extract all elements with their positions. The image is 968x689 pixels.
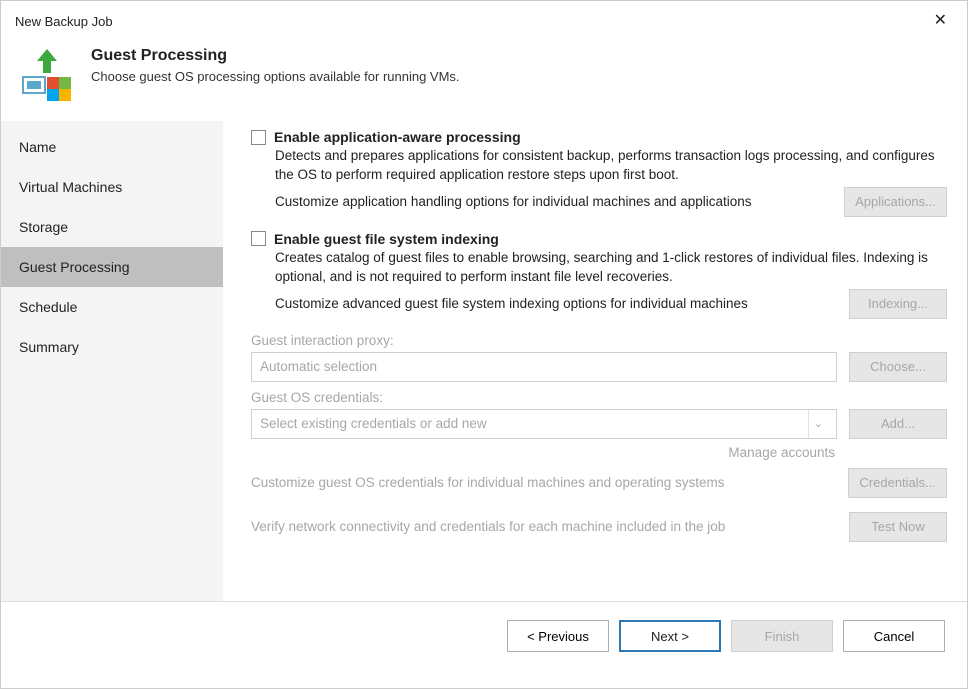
option-indexing: Enable guest file system indexing Create… — [251, 231, 947, 319]
window-title: New Backup Job — [15, 14, 113, 29]
creds-label: Guest OS credentials: — [251, 390, 947, 405]
sidebar-item-guest-processing[interactable]: Guest Processing — [1, 247, 223, 287]
cancel-button[interactable]: Cancel — [843, 620, 945, 652]
credentials-button[interactable]: Credentials... — [848, 468, 947, 498]
creds-dropdown-value: Select existing credentials or add new — [260, 416, 487, 431]
sidebar-item-schedule[interactable]: Schedule — [1, 287, 223, 327]
verify-text: Verify network connectivity and credenti… — [251, 519, 725, 534]
manage-accounts-link[interactable]: Manage accounts — [251, 445, 835, 460]
wizard-footer: < Previous Next > Finish Cancel — [1, 601, 967, 670]
page-title: Guest Processing — [91, 47, 460, 65]
wizard-sidebar: Name Virtual Machines Storage Guest Proc… — [1, 121, 223, 601]
next-button[interactable]: Next > — [619, 620, 721, 652]
main-panel: Enable application-aware processing Dete… — [223, 121, 967, 601]
proxy-input[interactable] — [251, 352, 837, 382]
option-app-aware: Enable application-aware processing Dete… — [251, 129, 947, 217]
sidebar-item-name[interactable]: Name — [1, 127, 223, 167]
finish-button[interactable]: Finish — [731, 620, 833, 652]
choose-proxy-button[interactable]: Choose... — [849, 352, 947, 382]
header-text: Guest Processing Choose guest OS process… — [91, 47, 460, 84]
close-icon[interactable]: ✕ — [928, 11, 953, 31]
page-subtitle: Choose guest OS processing options avail… — [91, 69, 460, 84]
checkbox-app-aware[interactable] — [251, 130, 266, 145]
indexing-button[interactable]: Indexing... — [849, 289, 947, 319]
creds-dropdown[interactable]: Select existing credentials or add new ⌄ — [251, 409, 837, 439]
desc-indexing: Creates catalog of guest files to enable… — [275, 249, 947, 287]
proxy-label: Guest interaction proxy: — [251, 333, 947, 348]
guest-processing-icon — [19, 47, 75, 103]
applications-button[interactable]: Applications... — [844, 187, 947, 217]
titlebar: New Backup Job ✕ — [1, 1, 967, 37]
sidebar-item-summary[interactable]: Summary — [1, 327, 223, 367]
sidebar-item-virtual-machines[interactable]: Virtual Machines — [1, 167, 223, 207]
chevron-down-icon: ⌄ — [808, 410, 828, 438]
previous-button[interactable]: < Previous — [507, 620, 609, 652]
label-app-aware: Enable application-aware processing — [274, 129, 521, 145]
customize-app-aware-text: Customize application handling options f… — [275, 194, 752, 209]
label-indexing: Enable guest file system indexing — [274, 231, 499, 247]
sidebar-item-storage[interactable]: Storage — [1, 207, 223, 247]
header: Guest Processing Choose guest OS process… — [1, 37, 967, 121]
customize-indexing-text: Customize advanced guest file system ind… — [275, 296, 748, 311]
test-now-button[interactable]: Test Now — [849, 512, 947, 542]
customize-creds-text: Customize guest OS credentials for indiv… — [251, 475, 724, 490]
desc-app-aware: Detects and prepares applications for co… — [275, 147, 947, 185]
add-creds-button[interactable]: Add... — [849, 409, 947, 439]
checkbox-indexing[interactable] — [251, 231, 266, 246]
